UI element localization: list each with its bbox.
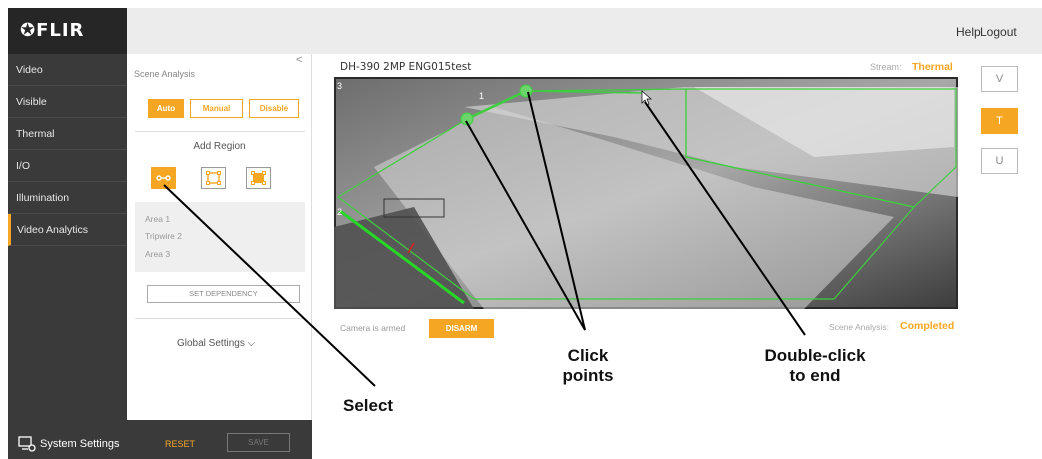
armed-status: Camera is armed <box>340 323 406 333</box>
divider <box>135 131 305 132</box>
chevron-down-icon: ⌵ <box>247 338 256 349</box>
stream-label: Stream: <box>870 62 902 72</box>
panel-title: Scene Analysis <box>134 69 196 79</box>
region-number-2: 2 <box>337 207 342 217</box>
add-region-heading: Add Region <box>193 141 246 152</box>
mode-manual-button[interactable]: Manual <box>190 99 243 118</box>
region-number-3: 3 <box>337 81 342 91</box>
system-settings-link[interactable]: System Settings <box>18 436 119 452</box>
stream-value: Thermal <box>912 61 953 73</box>
scene-analysis-status: Completed <box>900 320 955 332</box>
view-blend-button[interactable]: U <box>981 148 1018 174</box>
thermal-image: 3 1 2 <box>334 77 958 309</box>
view-thermal-button[interactable]: T <box>981 108 1018 134</box>
region-number-1: 1 <box>479 91 484 101</box>
flir-flame-icon: ✪ <box>20 20 37 41</box>
system-settings-icon <box>18 436 36 452</box>
click-point-2 <box>519 84 533 98</box>
flir-logo: ✪FLIR <box>8 8 127 54</box>
mode-auto-button[interactable]: Auto <box>148 99 184 118</box>
nav-item-illumination[interactable]: Illumination <box>8 182 127 214</box>
logout-link[interactable]: Logout <box>980 25 1017 39</box>
full-area-icon <box>251 171 266 185</box>
tripwire-tool-button[interactable] <box>151 167 176 189</box>
list-item[interactable]: Area 3 <box>145 249 170 259</box>
view-visible-button[interactable]: V <box>981 66 1018 92</box>
callout-click-points: Click points <box>562 346 614 385</box>
polygon-area-icon <box>206 171 221 185</box>
scene-analysis-label: Scene Analysis: <box>829 322 890 332</box>
divider <box>135 318 305 319</box>
camera-name: DH-390 2MP ENG015test <box>340 61 472 73</box>
collapse-panel-icon[interactable]: < <box>296 54 302 66</box>
click-point-1 <box>460 112 474 126</box>
full-area-tool-button[interactable] <box>246 167 271 189</box>
disarm-button[interactable]: DISARM <box>429 319 494 338</box>
callout-select: Select <box>343 396 394 415</box>
polygon-area-tool-button[interactable] <box>201 167 226 189</box>
list-item[interactable]: Tripwire 2 <box>145 231 182 241</box>
mode-disable-button[interactable]: Disable <box>249 99 299 118</box>
global-settings-toggle[interactable]: Global Settings ⌵ <box>177 338 255 349</box>
list-item[interactable]: Area 1 <box>145 214 170 224</box>
reset-button[interactable]: RESET <box>165 439 195 449</box>
callout-double-click: Double-click to end <box>764 346 866 385</box>
nav-item-visible[interactable]: Visible <box>8 86 127 118</box>
nav-item-thermal[interactable]: Thermal <box>8 118 127 150</box>
set-dependency-button[interactable]: SET DEPENDENCY <box>147 285 300 303</box>
video-view[interactable]: 3 1 2 <box>334 77 958 309</box>
nav-item-video-analytics[interactable]: Video Analytics <box>8 214 127 246</box>
tripwire-icon <box>156 175 171 181</box>
save-button[interactable]: SAVE <box>227 433 290 452</box>
help-link[interactable]: Help <box>956 25 981 39</box>
top-bar <box>127 8 1042 54</box>
nav-item-io[interactable]: I/O <box>8 150 127 182</box>
nav-item-video[interactable]: Video <box>8 54 127 86</box>
